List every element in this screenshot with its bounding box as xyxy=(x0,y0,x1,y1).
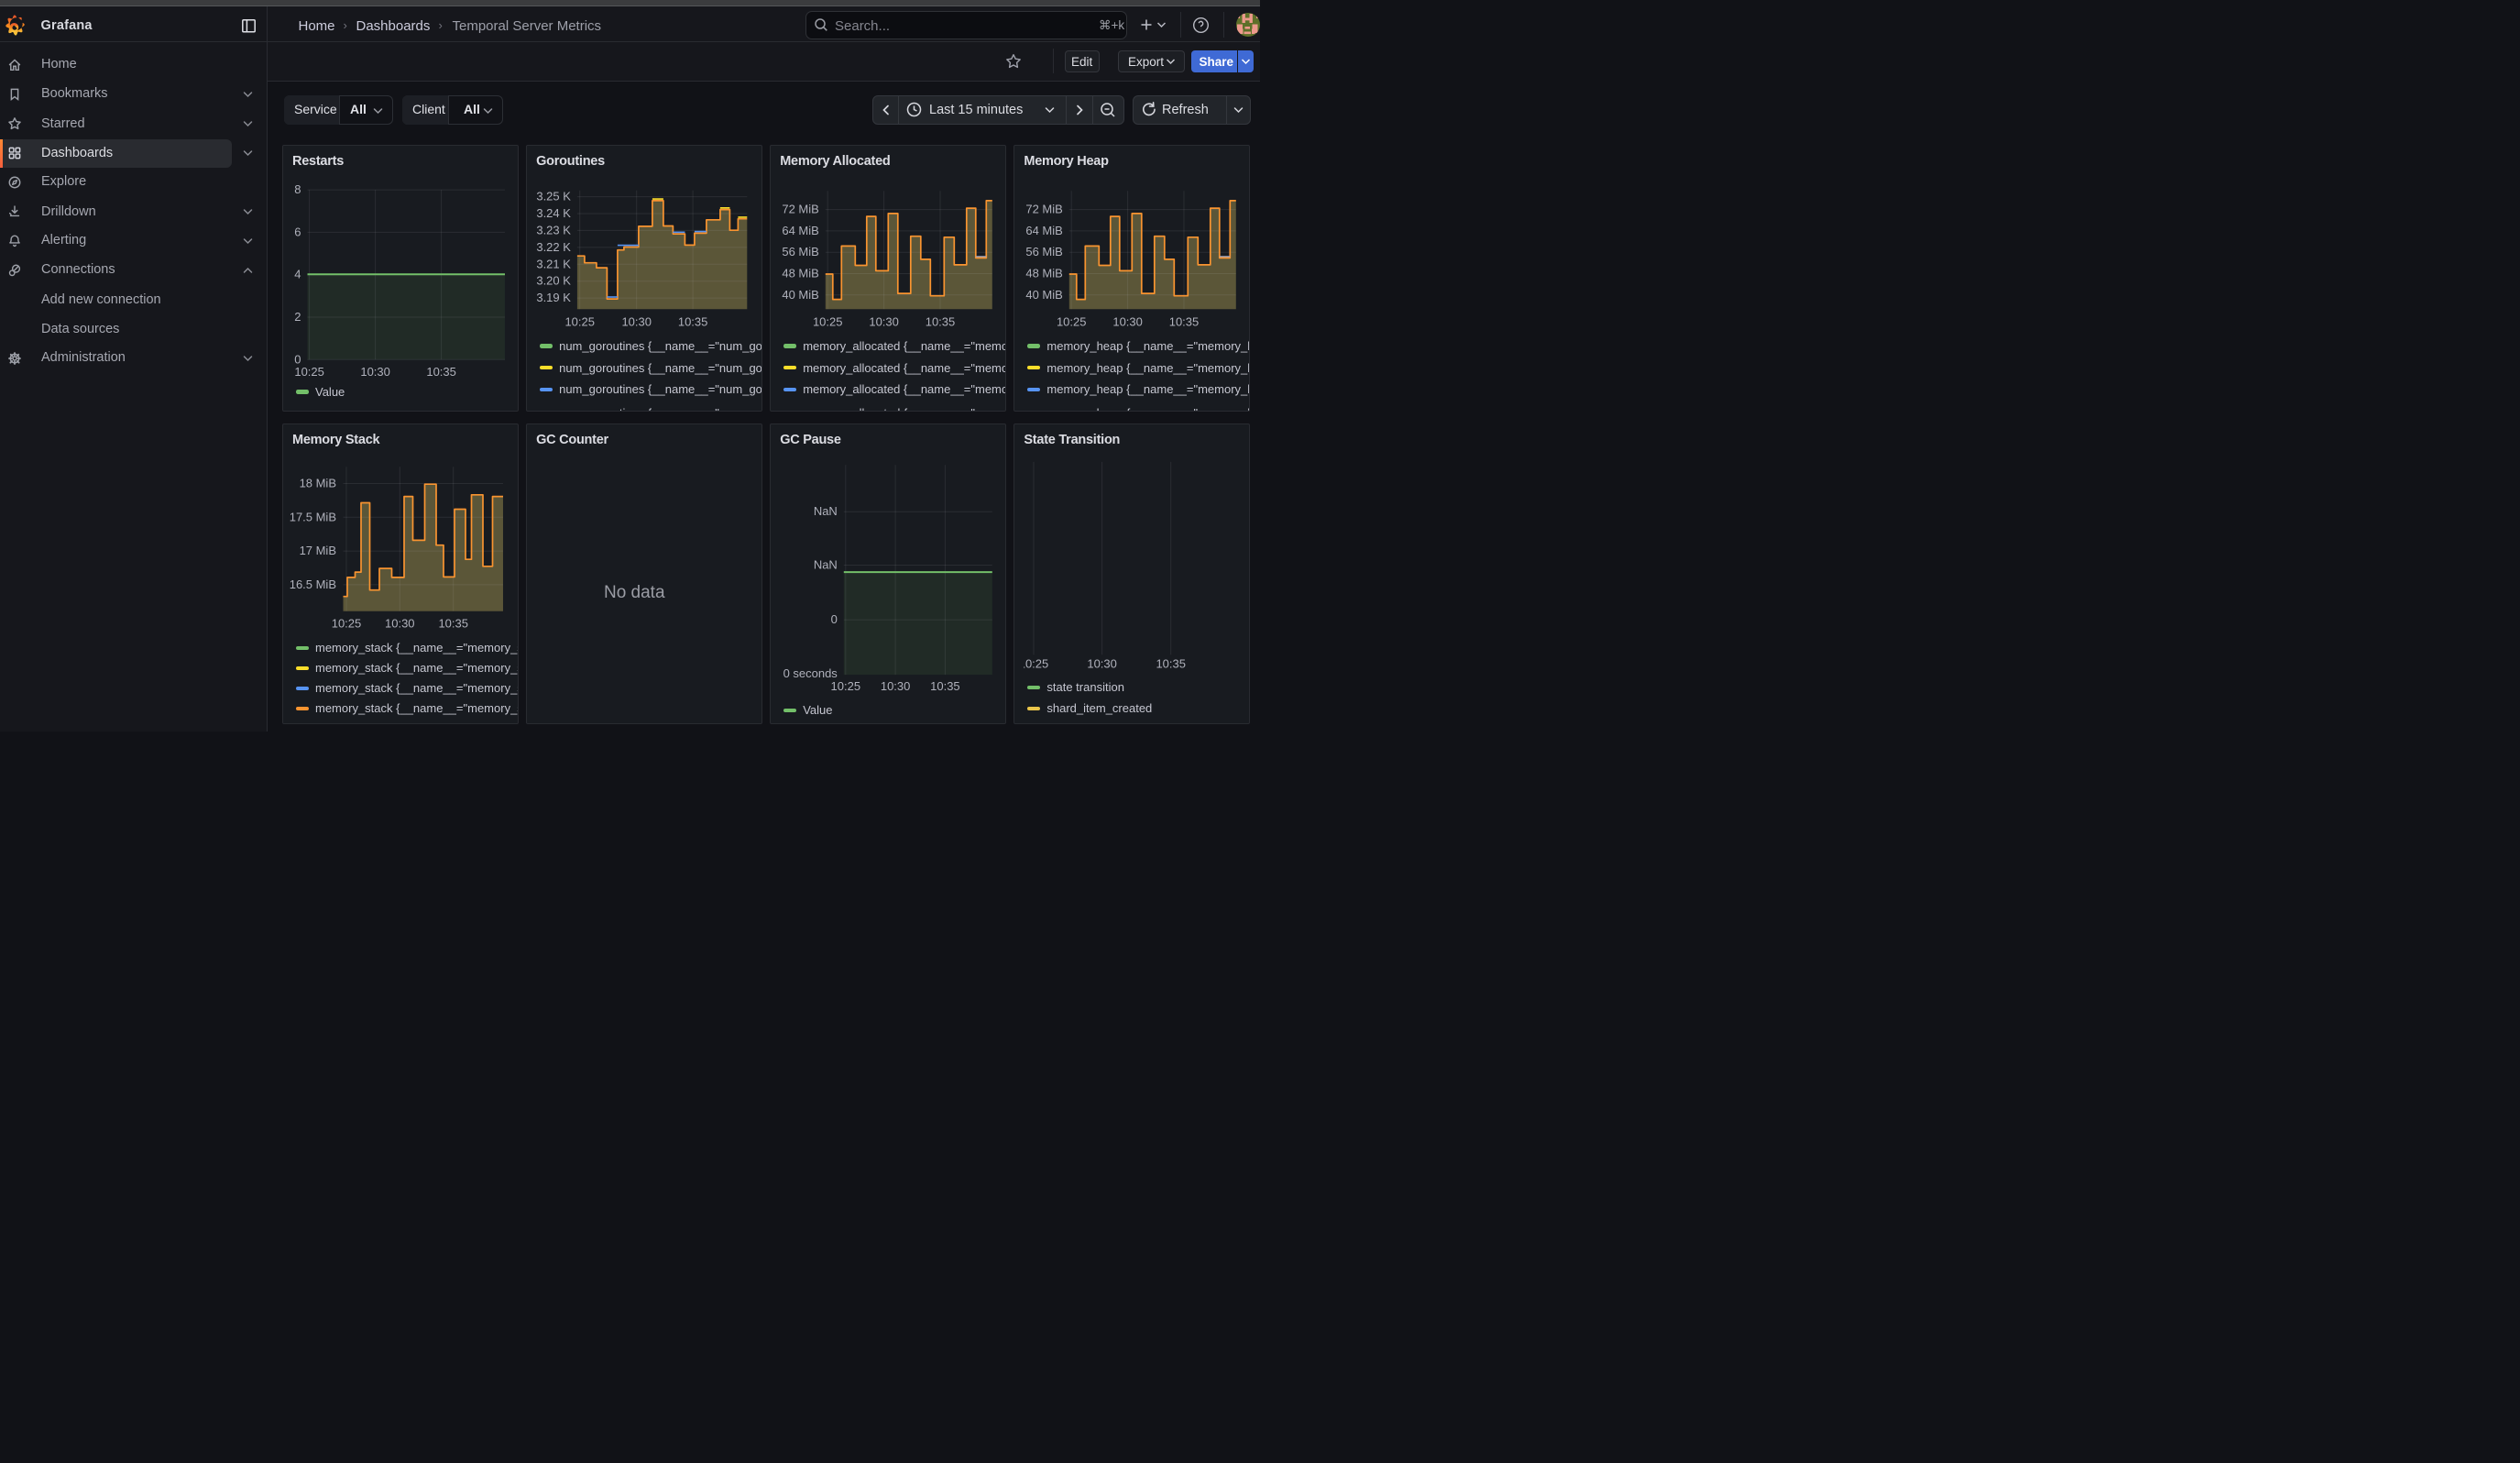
svg-text:10:35: 10:35 xyxy=(1169,315,1200,329)
svg-text:48 MiB: 48 MiB xyxy=(783,267,819,280)
svg-text:8: 8 xyxy=(294,182,301,196)
svg-text:10:30: 10:30 xyxy=(385,616,415,630)
svg-text:NaN: NaN xyxy=(814,504,838,518)
svg-text:10:30: 10:30 xyxy=(1113,315,1144,329)
svg-text:4: 4 xyxy=(294,268,301,281)
svg-text:NaN: NaN xyxy=(814,557,838,571)
svg-text:72 MiB: 72 MiB xyxy=(783,203,819,216)
svg-text:64 MiB: 64 MiB xyxy=(783,224,819,237)
svg-text:3.19 K: 3.19 K xyxy=(536,291,571,304)
svg-text:40 MiB: 40 MiB xyxy=(1026,288,1063,302)
svg-text:48 MiB: 48 MiB xyxy=(1026,267,1063,280)
svg-text:10:35: 10:35 xyxy=(678,315,708,329)
svg-text:2: 2 xyxy=(294,310,301,324)
svg-text:3.24 K: 3.24 K xyxy=(536,206,571,220)
svg-text:10:30: 10:30 xyxy=(870,315,900,329)
svg-text:0: 0 xyxy=(831,612,838,626)
svg-text:10:30: 10:30 xyxy=(360,365,390,379)
svg-text:10:25: 10:25 xyxy=(294,365,323,379)
svg-text:10:35: 10:35 xyxy=(1156,656,1187,670)
svg-text:10:25: 10:25 xyxy=(1019,656,1049,670)
svg-text:17 MiB: 17 MiB xyxy=(300,544,336,557)
svg-text:10:35: 10:35 xyxy=(926,315,956,329)
svg-text:17.5 MiB: 17.5 MiB xyxy=(290,510,336,523)
svg-text:0 seconds: 0 seconds xyxy=(783,666,838,680)
svg-text:10:25: 10:25 xyxy=(831,679,861,693)
svg-text:10:35: 10:35 xyxy=(438,616,468,630)
svg-text:72 MiB: 72 MiB xyxy=(1026,203,1063,216)
svg-text:10:25: 10:25 xyxy=(332,616,362,630)
svg-text:56 MiB: 56 MiB xyxy=(1026,245,1063,258)
svg-text:64 MiB: 64 MiB xyxy=(1026,224,1063,237)
svg-text:10:25: 10:25 xyxy=(813,315,843,329)
svg-text:10:30: 10:30 xyxy=(1088,656,1118,670)
svg-text:10:35: 10:35 xyxy=(426,365,456,379)
svg-text:10:25: 10:25 xyxy=(565,315,596,329)
svg-text:6: 6 xyxy=(294,226,301,239)
svg-text:3.23 K: 3.23 K xyxy=(536,224,571,237)
svg-text:3.22 K: 3.22 K xyxy=(536,240,571,254)
svg-text:3.25 K: 3.25 K xyxy=(536,190,571,204)
svg-text:10:30: 10:30 xyxy=(881,679,911,693)
svg-text:10:30: 10:30 xyxy=(622,315,652,329)
svg-text:3.20 K: 3.20 K xyxy=(536,274,571,288)
svg-text:10:35: 10:35 xyxy=(930,679,960,693)
svg-text:0: 0 xyxy=(294,353,301,367)
svg-text:3.21 K: 3.21 K xyxy=(536,258,571,271)
svg-text:10:25: 10:25 xyxy=(1057,315,1087,329)
svg-text:18 MiB: 18 MiB xyxy=(300,476,336,490)
svg-text:56 MiB: 56 MiB xyxy=(783,245,819,258)
svg-text:40 MiB: 40 MiB xyxy=(783,288,819,302)
svg-text:16.5 MiB: 16.5 MiB xyxy=(290,578,336,591)
